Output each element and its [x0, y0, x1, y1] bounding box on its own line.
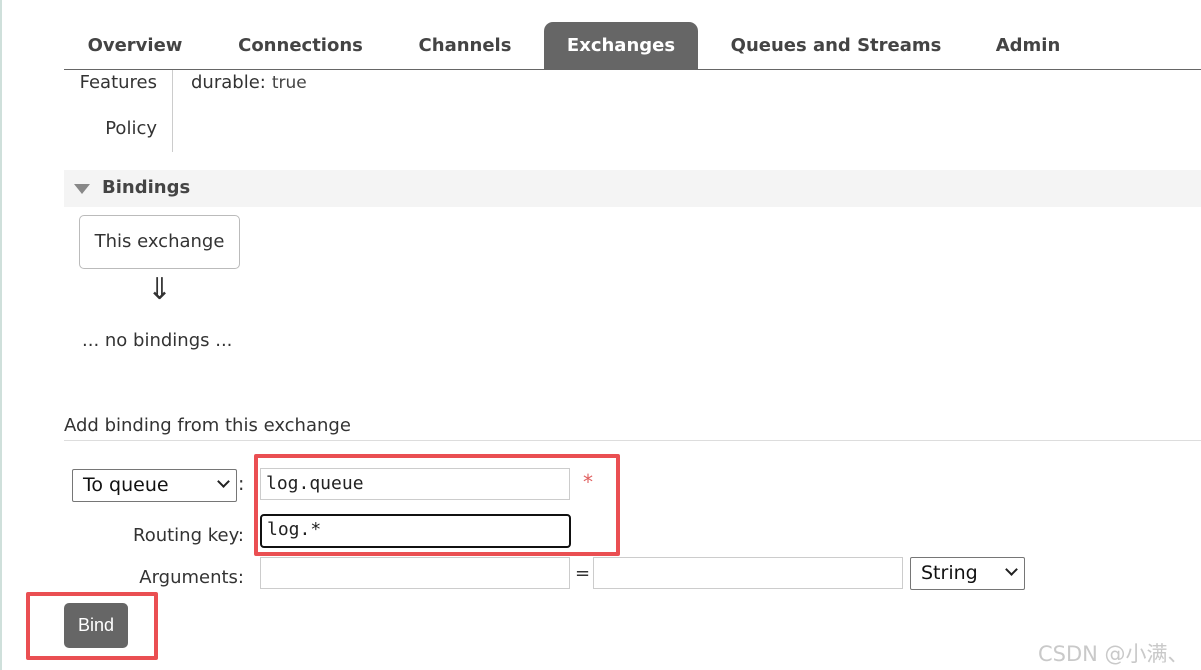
- arguments-label: Arguments:: [139, 567, 244, 588]
- tab-exchanges[interactable]: Exchanges: [544, 22, 698, 69]
- destination-colon: :: [238, 473, 245, 495]
- collapse-triangle-icon[interactable]: [74, 184, 90, 194]
- routing-key-label: Routing key:: [133, 525, 244, 546]
- tab-connections[interactable]: Connections: [224, 22, 377, 69]
- chevron-down-icon: [1005, 563, 1018, 576]
- add-binding-title: Add binding from this exchange: [64, 415, 351, 436]
- durable-key: durable:: [191, 72, 266, 93]
- tab-admin[interactable]: Admin: [982, 22, 1074, 69]
- destination-type-value: To queue: [83, 474, 169, 496]
- destination-type-select[interactable]: To queue: [72, 469, 237, 502]
- tab-queues-and-streams[interactable]: Queues and Streams: [720, 22, 952, 69]
- argument-value-input[interactable]: [593, 557, 903, 589]
- down-double-arrow-icon: ⇓: [147, 272, 173, 307]
- features-label: Features: [79, 72, 157, 93]
- highlight-box-inputs: [254, 454, 620, 556]
- bindings-section-header[interactable]: Bindings: [64, 170, 1201, 207]
- policy-label: Policy: [105, 118, 157, 139]
- add-binding-rule: [64, 440, 1201, 441]
- highlight-box-bind: [26, 592, 158, 660]
- bindings-title: Bindings: [102, 177, 191, 198]
- no-bindings-text: ... no bindings ...: [82, 330, 233, 351]
- argument-equals: =: [575, 563, 591, 584]
- durable-feature: durable: true: [191, 72, 307, 93]
- tab-channels[interactable]: Channels: [404, 22, 526, 69]
- tab-overview[interactable]: Overview: [74, 22, 196, 69]
- this-exchange-box: This exchange: [79, 215, 240, 269]
- argument-type-value: String: [921, 562, 978, 584]
- chevron-down-icon: [217, 475, 230, 488]
- argument-type-select[interactable]: String: [910, 557, 1025, 590]
- details-divider: [172, 70, 173, 152]
- left-border: [0, 0, 2, 670]
- main-nav-tabs: Overview Connections Channels Exchanges …: [64, 22, 1201, 70]
- watermark: CSDN @小满、: [1038, 642, 1189, 666]
- durable-value: true: [271, 73, 307, 93]
- argument-key-input[interactable]: [260, 557, 570, 589]
